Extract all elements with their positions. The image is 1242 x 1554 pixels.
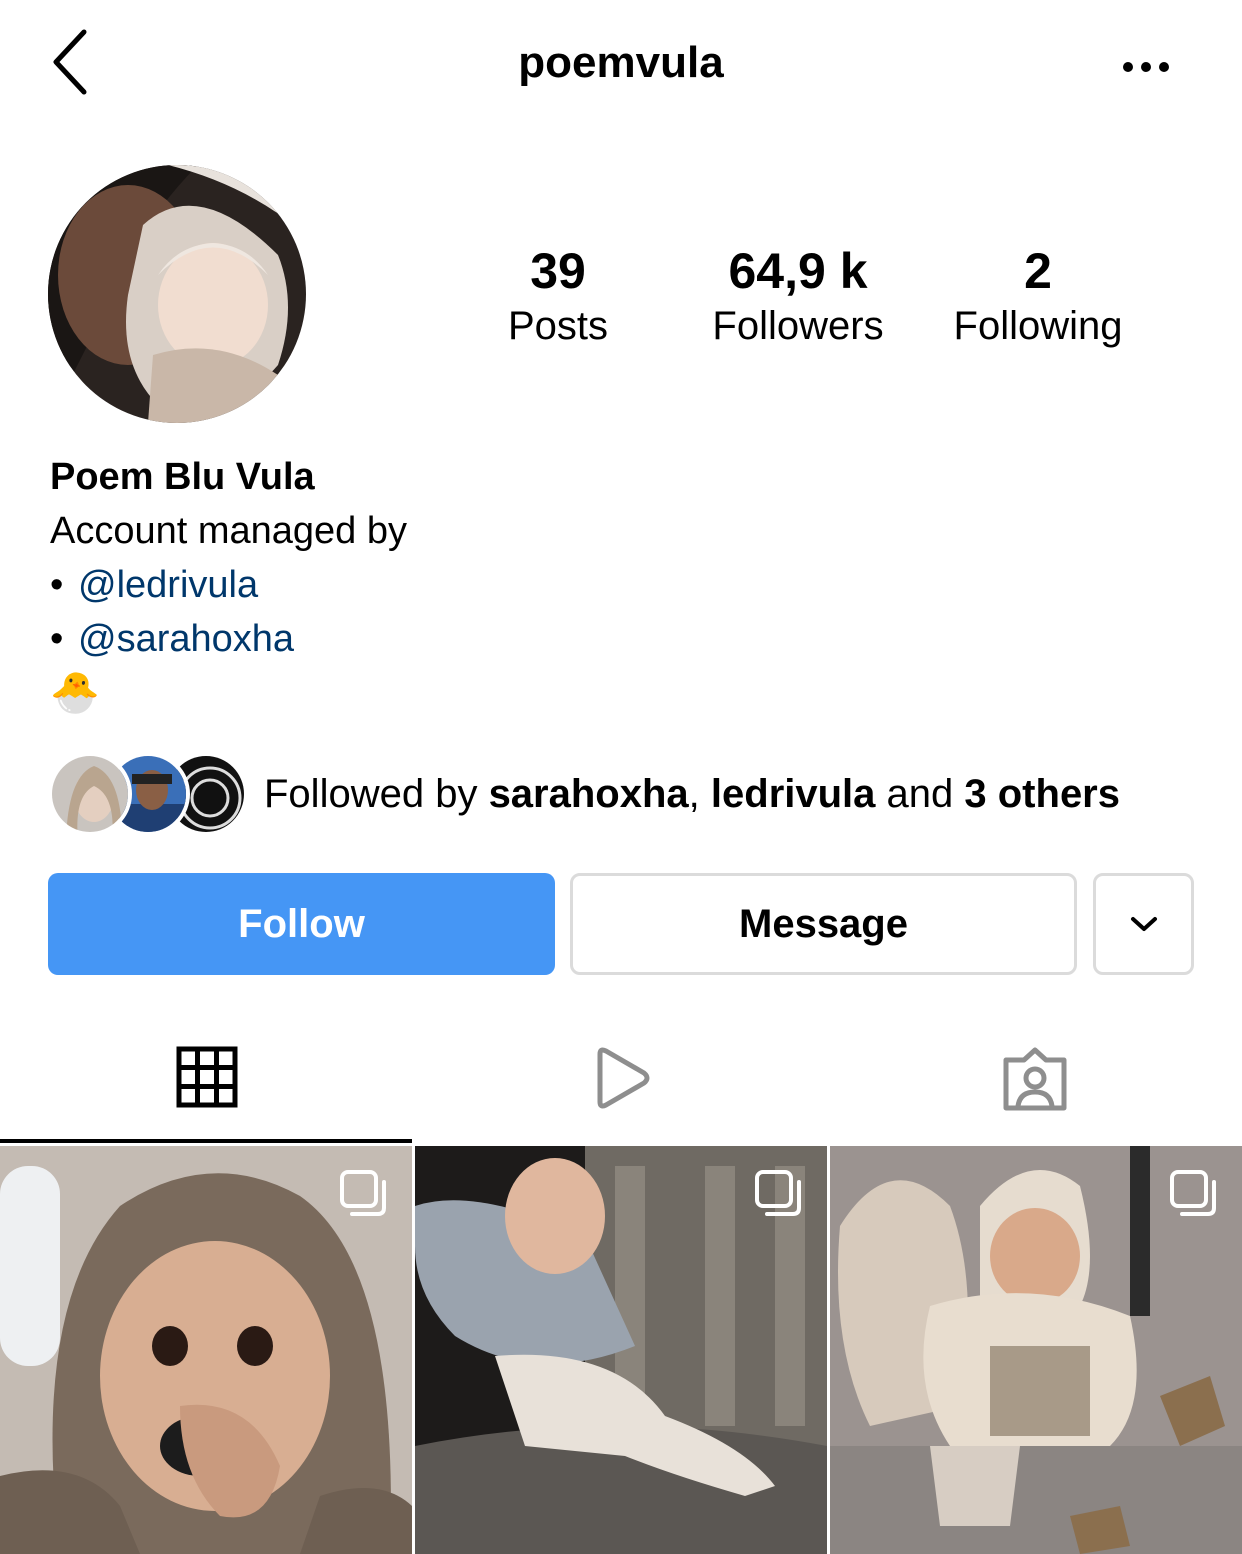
tab-posts[interactable] xyxy=(0,1040,414,1144)
bio-mention-line-2: • @sarahoxha xyxy=(50,612,1150,666)
multiple-photos-icon xyxy=(1170,1170,1216,1216)
profile-stats: 39 Posts 64,9 k Followers 2 Following xyxy=(438,240,1198,360)
bullet: • xyxy=(50,618,64,660)
bio-mention-line-1: • @ledrivula xyxy=(50,558,1150,612)
followed-user-1[interactable]: sarahoxha xyxy=(489,772,689,816)
following-stat[interactable]: 2 Following xyxy=(918,240,1158,350)
followed-by-prefix: Followed by xyxy=(264,772,489,816)
follow-button[interactable]: Follow xyxy=(48,873,555,975)
more-horizontal-icon xyxy=(1123,62,1169,72)
followed-user-2[interactable]: ledrivula xyxy=(711,772,876,816)
followed-by[interactable]: Followed by sarahoxha, ledrivula and 3 o… xyxy=(48,752,1208,836)
bio-line: Account managed by xyxy=(50,510,408,552)
profile-name: Poem Blu Vula xyxy=(50,456,315,498)
reels-icon xyxy=(597,1047,650,1109)
following-label: Following xyxy=(953,304,1123,348)
profile-bio: Poem Blu Vula Account managed by • @ledri… xyxy=(50,450,1150,720)
followers-count: 64,9 k xyxy=(728,243,868,299)
mention-link[interactable]: @ledrivula xyxy=(78,564,258,606)
posts-grid xyxy=(0,1146,1242,1554)
message-button[interactable]: Message xyxy=(570,873,1077,975)
multiple-photos-icon xyxy=(340,1170,386,1216)
avatar xyxy=(48,752,132,836)
followed-by-text: Followed by sarahoxha, ledrivula and 3 o… xyxy=(264,770,1120,818)
active-tab-indicator xyxy=(0,1139,412,1143)
and-text: and xyxy=(875,772,965,816)
followers-stat[interactable]: 64,9 k Followers xyxy=(678,240,918,350)
more-options-button[interactable] xyxy=(1118,52,1178,82)
chevron-down-icon xyxy=(1130,917,1157,931)
post-thumbnail[interactable] xyxy=(0,1146,412,1554)
tab-reels[interactable] xyxy=(414,1040,828,1144)
profile-avatar[interactable] xyxy=(48,165,306,423)
grid-icon xyxy=(176,1046,238,1108)
posts-count: 39 xyxy=(530,243,586,299)
top-bar: poemvula xyxy=(0,0,1242,135)
post-thumbnail[interactable] xyxy=(830,1146,1242,1554)
bullet: • xyxy=(50,564,64,606)
profile-page: poemvula 39 Posts 64,9 k Followers 2 Fol… xyxy=(0,0,1242,1554)
suggested-accounts-button[interactable] xyxy=(1093,873,1194,975)
separator: , xyxy=(688,772,711,816)
following-count: 2 xyxy=(1024,243,1052,299)
followed-others[interactable]: 3 others xyxy=(964,772,1120,816)
multiple-photos-icon xyxy=(755,1170,801,1216)
tab-tagged[interactable] xyxy=(828,1040,1242,1144)
posts-stat[interactable]: 39 Posts xyxy=(438,240,678,350)
mention-link[interactable]: @sarahoxha xyxy=(78,618,294,660)
page-title: poemvula xyxy=(518,38,724,87)
followers-label: Followers xyxy=(712,304,884,348)
post-thumbnail[interactable] xyxy=(415,1146,827,1554)
profile-tabs xyxy=(0,1040,1242,1144)
posts-label: Posts xyxy=(507,304,609,348)
bio-emoji: 🐣 xyxy=(50,671,100,715)
tagged-icon xyxy=(1003,1047,1067,1111)
